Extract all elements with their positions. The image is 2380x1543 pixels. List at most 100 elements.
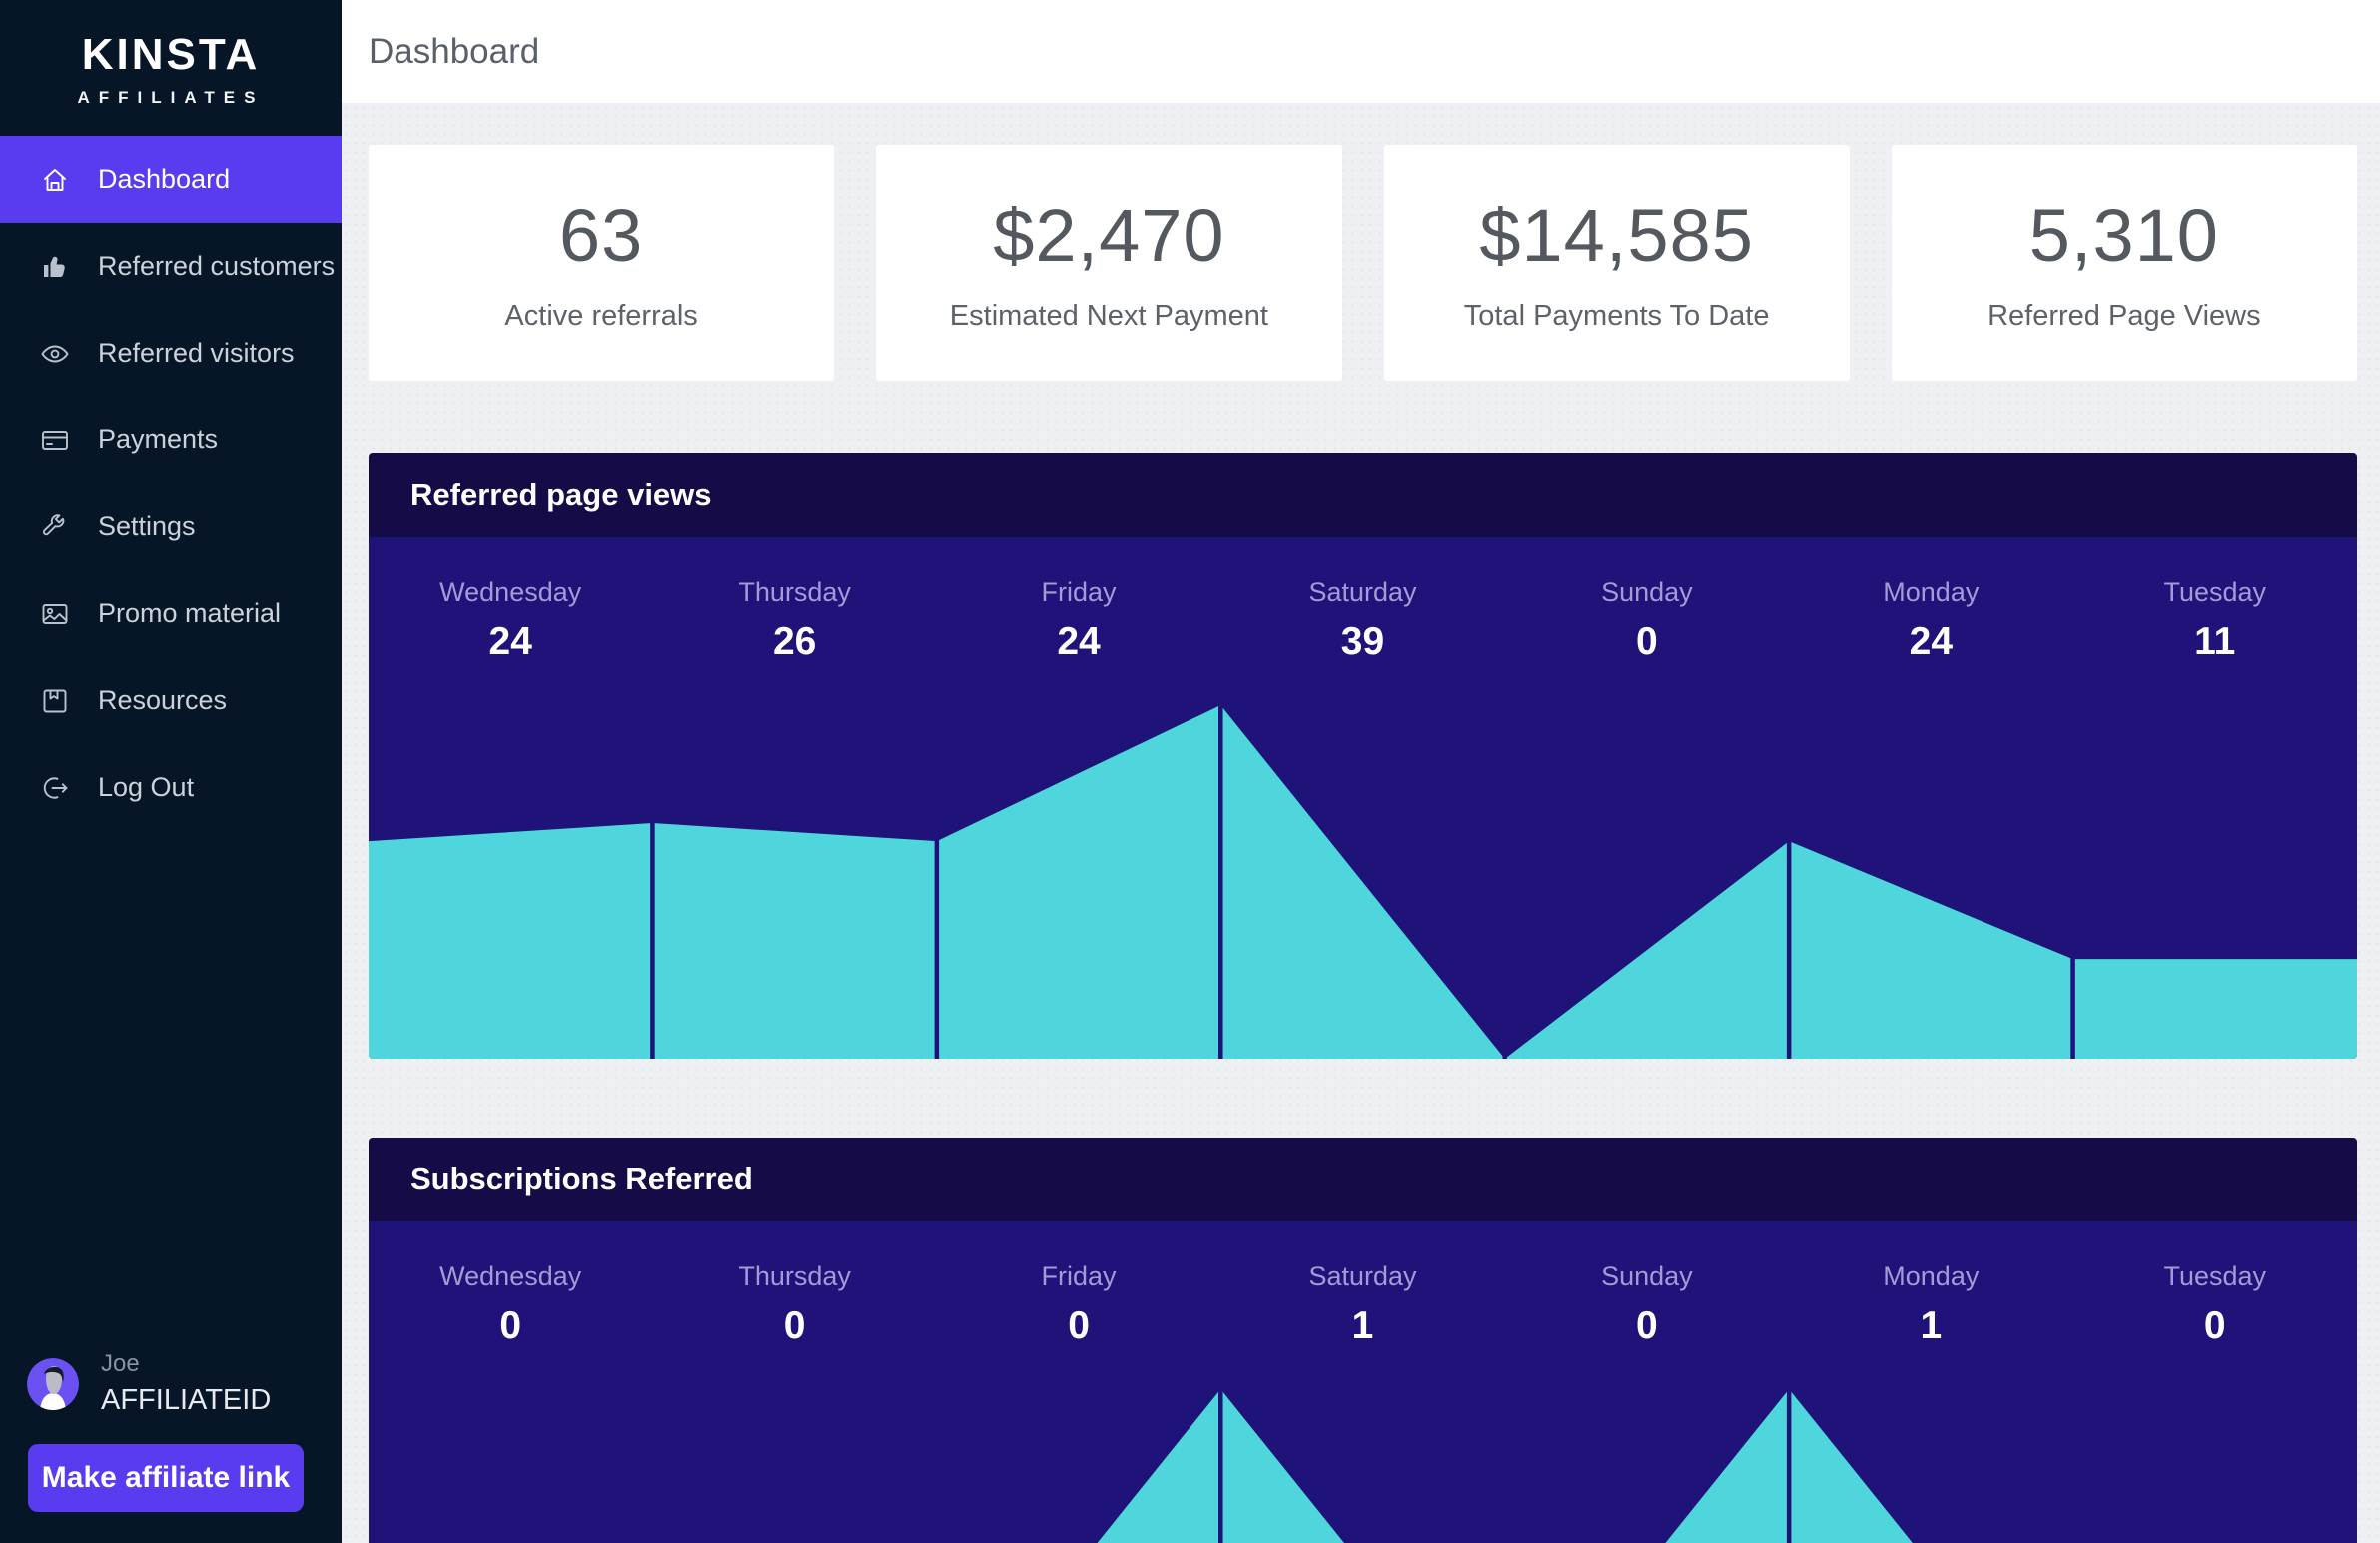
- home-icon: [40, 165, 70, 195]
- day-column: Thursday 26: [652, 537, 936, 664]
- stat-card: 63 Active referrals: [369, 145, 835, 381]
- sidebar: Kinsta AFFILIATES Dashboard Referred cust…: [0, 0, 342, 1543]
- logout-icon: [40, 773, 70, 803]
- stat-value: $14,585: [1479, 194, 1754, 277]
- day-column: Monday 1: [1789, 1221, 2072, 1348]
- day-label: Sunday: [1601, 577, 1693, 607]
- sidebar-nav: Dashboard Referred customers Referred visi…: [0, 136, 342, 831]
- day-column: Friday 24: [937, 537, 1220, 664]
- panel-title: Referred page views: [410, 477, 712, 512]
- thumbs-up-icon: [40, 252, 70, 282]
- area-series: [1097, 1389, 1913, 1543]
- day-column: Tuesday 11: [2073, 537, 2357, 664]
- brand-subtitle: AFFILIATES: [77, 88, 265, 107]
- day-value: 0: [783, 1304, 806, 1347]
- day-value: 0: [1636, 620, 1658, 663]
- stats-row: 63 Active referrals $2,470 Estimated Next P…: [369, 145, 2357, 381]
- day-label: Friday: [1041, 1261, 1117, 1291]
- day-label: Friday: [1041, 577, 1117, 607]
- kinsta-logo: Kinsta AFFILIATES: [0, 0, 342, 108]
- image-icon: [40, 599, 70, 629]
- user-name: Joe: [101, 1350, 140, 1377]
- stat-card: $14,585 Total Payments To Date: [1383, 145, 1850, 381]
- panel-header: Subscriptions Referred: [369, 1138, 2357, 1221]
- panel-header: Referred page views: [369, 453, 2357, 537]
- stat-label: Active referrals: [504, 300, 698, 332]
- sidebar-item-log-out[interactable]: Log Out: [0, 744, 342, 831]
- stat-value: 5,310: [2028, 194, 2219, 277]
- referred-page-views-chart: Wednesday 24 Thursday 26 Friday 24 Saturday 39 S…: [369, 537, 2357, 1059]
- day-value: 24: [488, 620, 532, 663]
- day-value: 26: [772, 620, 817, 663]
- sidebar-item-resources[interactable]: Resources: [0, 657, 342, 744]
- day-value: 39: [1340, 620, 1385, 663]
- affiliate-id: AFFILIATEID: [101, 1384, 272, 1416]
- sidebar-item-dashboard[interactable]: Dashboard: [0, 136, 342, 223]
- sidebar-item-payments[interactable]: Payments: [0, 396, 342, 483]
- panel-title: Subscriptions Referred: [410, 1161, 753, 1196]
- sidebar-item-referred-customers[interactable]: Referred customers: [0, 223, 342, 310]
- day-label: Wednesday: [439, 1261, 582, 1291]
- day-label: Tuesday: [2163, 1261, 2267, 1291]
- day-label: Monday: [1883, 577, 1980, 607]
- day-label: Wednesday: [439, 577, 582, 607]
- content: 63 Active referrals $2,470 Estimated Next P…: [342, 103, 2380, 1543]
- stat-card: 5,310 Referred Page Views: [1891, 145, 2357, 381]
- day-column: Thursday 0: [652, 1221, 936, 1348]
- day-label: Tuesday: [2163, 577, 2267, 607]
- day-label: Sunday: [1601, 1261, 1693, 1291]
- sidebar-item-label: Resources: [98, 685, 228, 715]
- day-column: Wednesday 24: [369, 537, 652, 664]
- make-affiliate-link-button[interactable]: Make affiliate link: [28, 1444, 304, 1512]
- day-value: 24: [1909, 620, 1954, 663]
- sidebar-item-label: Dashboard: [98, 164, 231, 194]
- day-value: 1: [1920, 1304, 1943, 1347]
- book-icon: [40, 686, 70, 716]
- sidebar-item-referred-visitors[interactable]: Referred visitors: [0, 310, 342, 396]
- sidebar-item-settings[interactable]: Settings: [0, 483, 342, 570]
- stat-card: $2,470 Estimated Next Payment: [876, 145, 1342, 381]
- day-column: Monday 24: [1789, 537, 2072, 664]
- page-title: Dashboard: [369, 31, 540, 71]
- day-value: 0: [1636, 1304, 1658, 1347]
- eye-icon: [40, 339, 70, 369]
- day-column: Wednesday 0: [369, 1221, 652, 1348]
- day-label: Thursday: [738, 577, 851, 607]
- stat-label: Referred Page Views: [1987, 300, 2261, 332]
- day-labels-row: Wednesday 0 Thursday 0 Friday 0 Saturday 1 Sunda…: [369, 1221, 2357, 1348]
- day-label: Thursday: [738, 1261, 851, 1291]
- sidebar-item-label: Payments: [98, 424, 219, 454]
- day-column: Saturday 1: [1220, 1221, 1504, 1348]
- day-value: 1: [1351, 1304, 1374, 1347]
- sidebar-item-label: Referred visitors: [98, 338, 295, 368]
- area-series: [369, 705, 2357, 1059]
- stat-value: 63: [558, 194, 644, 277]
- subscriptions-referred-chart: Wednesday 0 Thursday 0 Friday 0 Saturday 1 Sunda…: [369, 1221, 2357, 1543]
- day-label: Saturday: [1308, 1261, 1417, 1291]
- day-label: Monday: [1883, 1261, 1980, 1291]
- day-labels-row: Wednesday 24 Thursday 26 Friday 24 Saturday 39 S…: [369, 537, 2357, 664]
- day-value: 0: [1068, 1304, 1090, 1347]
- sidebar-item-label: Promo material: [98, 598, 282, 628]
- stat-label: Total Payments To Date: [1463, 300, 1770, 332]
- subscriptions-referred-panel: Subscriptions Referred Wednesday 0 Thursda…: [369, 1138, 2357, 1543]
- day-value: 24: [1057, 620, 1101, 663]
- sidebar-item-promo-material[interactable]: Promo material: [0, 570, 342, 657]
- sidebar-item-label: Settings: [98, 511, 196, 541]
- topbar: Dashboard: [342, 0, 2380, 103]
- main-area: Dashboard 63 Active referrals $2,470 Estima…: [342, 0, 2380, 1543]
- day-value: 0: [499, 1304, 522, 1347]
- day-value: 0: [2203, 1304, 2226, 1347]
- sidebar-item-label: Referred customers: [98, 251, 336, 281]
- user-profile[interactable]: Joe AFFILIATEID: [27, 1350, 271, 1417]
- stat-value: $2,470: [993, 194, 1225, 277]
- referred-page-views-panel: Referred page views Wednesday 24 Thursday 2…: [369, 453, 2357, 1059]
- day-column: Friday 0: [937, 1221, 1220, 1348]
- day-label: Saturday: [1308, 577, 1417, 607]
- day-column: Sunday 0: [1505, 1221, 1789, 1348]
- brand-wordmark: Kinsta: [81, 30, 261, 79]
- day-column: Tuesday 0: [2073, 1221, 2357, 1348]
- day-column: Saturday 39: [1220, 537, 1504, 664]
- wrench-icon: [40, 512, 70, 542]
- sidebar-item-label: Log Out: [98, 772, 195, 802]
